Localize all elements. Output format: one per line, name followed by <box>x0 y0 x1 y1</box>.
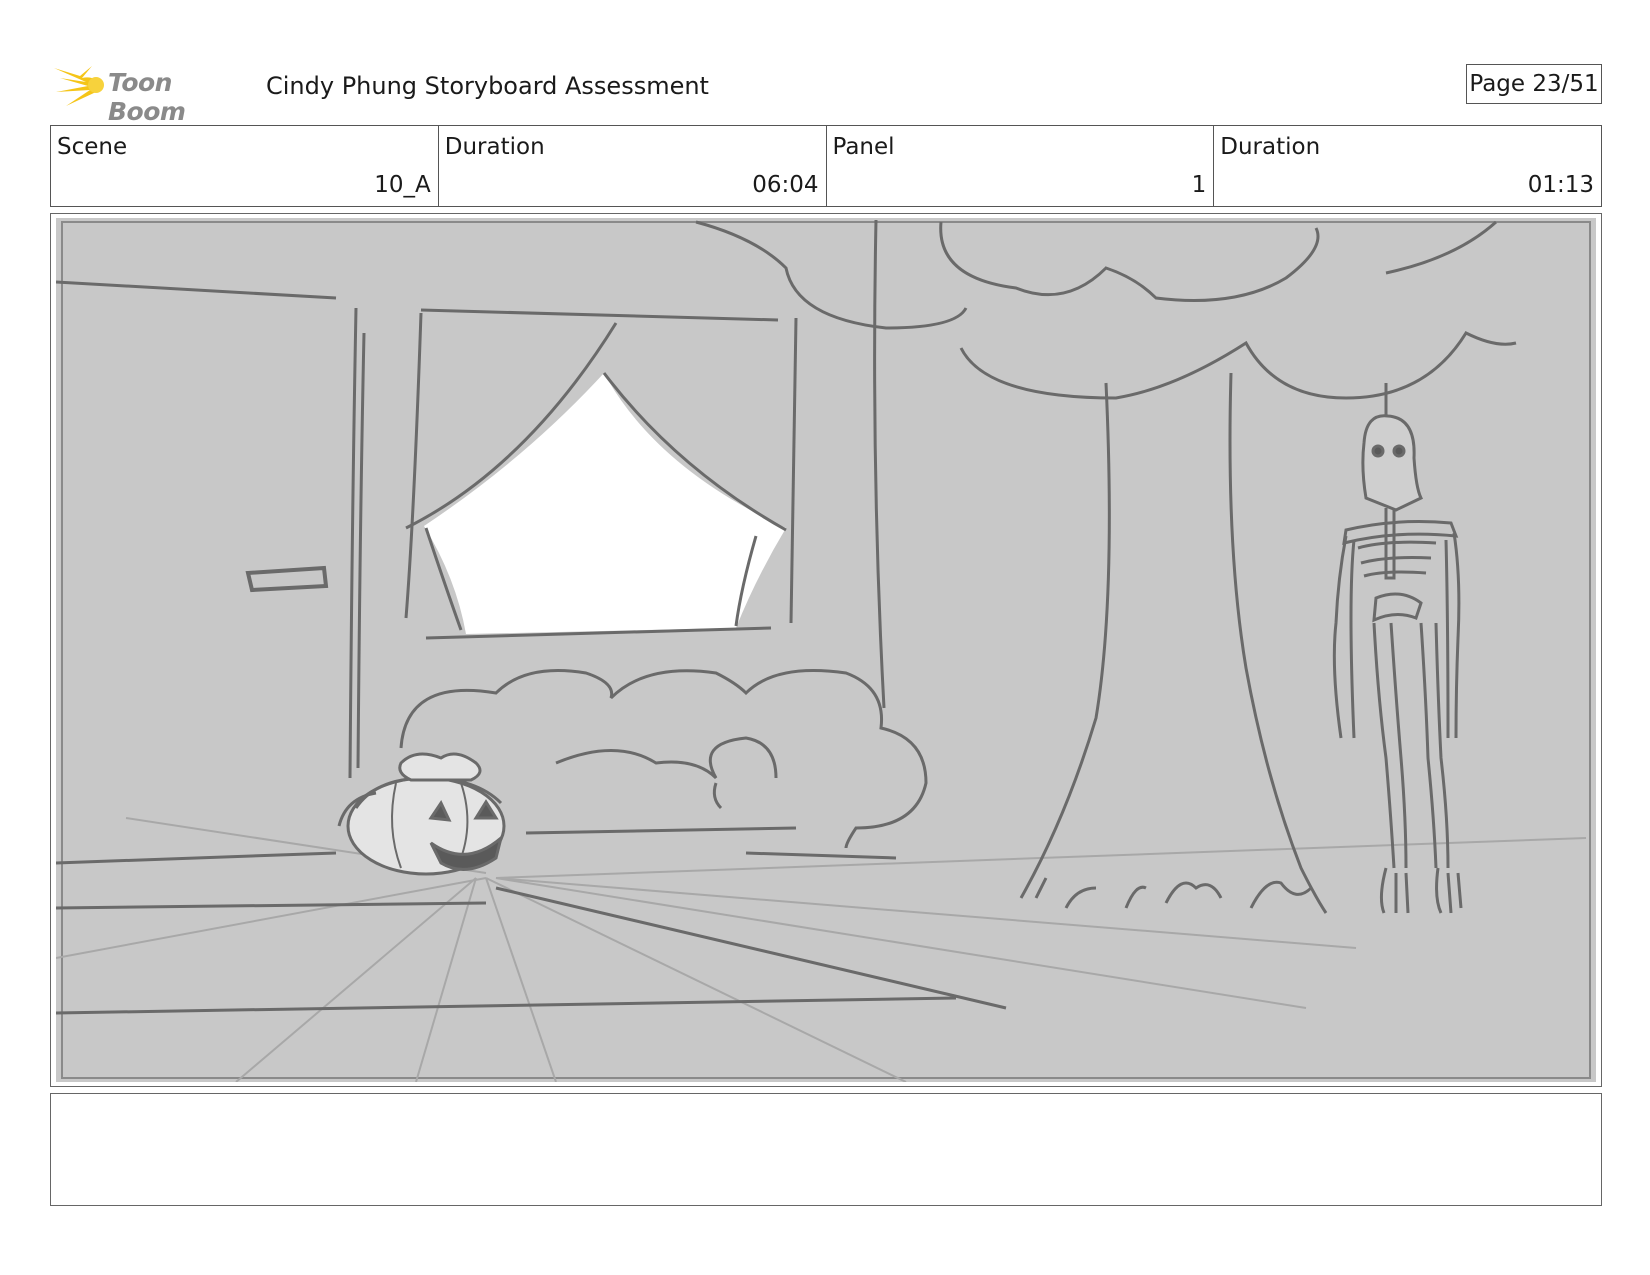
scene-duration-label: Duration <box>444 134 545 160</box>
scene-duration-value: 06:04 <box>752 172 819 198</box>
flame-icon <box>54 66 104 106</box>
page-number: Page 23/51 <box>1466 64 1602 104</box>
panel-cell: Panel 1 <box>827 126 1215 206</box>
panel-value: 1 <box>1191 172 1207 198</box>
panel-duration-cell: Duration 01:13 <box>1214 126 1601 206</box>
toon-boom-logo: Toon Boom <box>52 58 252 126</box>
document-title: Cindy Phung Storyboard Assessment <box>266 72 709 100</box>
panel-info-table: Scene 10_A Duration 06:04 Panel 1 Durati… <box>50 125 1602 207</box>
panel-duration-value: 01:13 <box>1527 172 1594 198</box>
logo-text: Toon Boom <box>108 68 186 126</box>
panel-sketch <box>56 218 1596 1082</box>
storyboard-panel <box>50 213 1602 1087</box>
panel-duration-label: Duration <box>1220 134 1321 160</box>
panel-notes-box <box>50 1093 1602 1206</box>
scene-cell: Scene 10_A <box>51 126 439 206</box>
scene-value: 10_A <box>374 172 431 198</box>
scene-duration-cell: Duration 06:04 <box>439 126 827 206</box>
panel-label: Panel <box>832 134 895 160</box>
scene-label: Scene <box>57 134 128 160</box>
